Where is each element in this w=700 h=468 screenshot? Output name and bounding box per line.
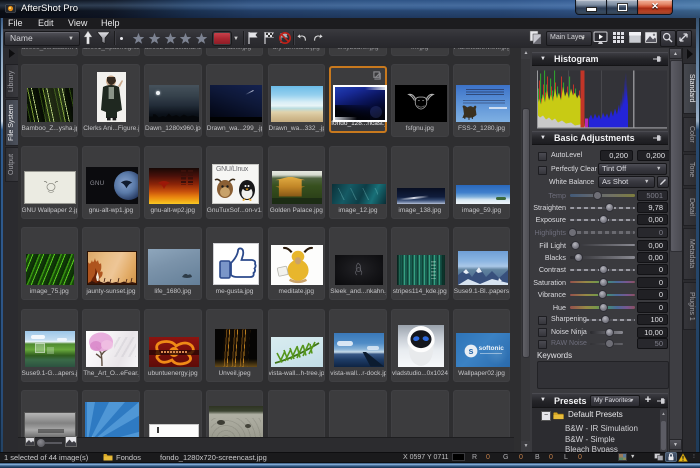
svg-text:s: s xyxy=(468,346,473,356)
